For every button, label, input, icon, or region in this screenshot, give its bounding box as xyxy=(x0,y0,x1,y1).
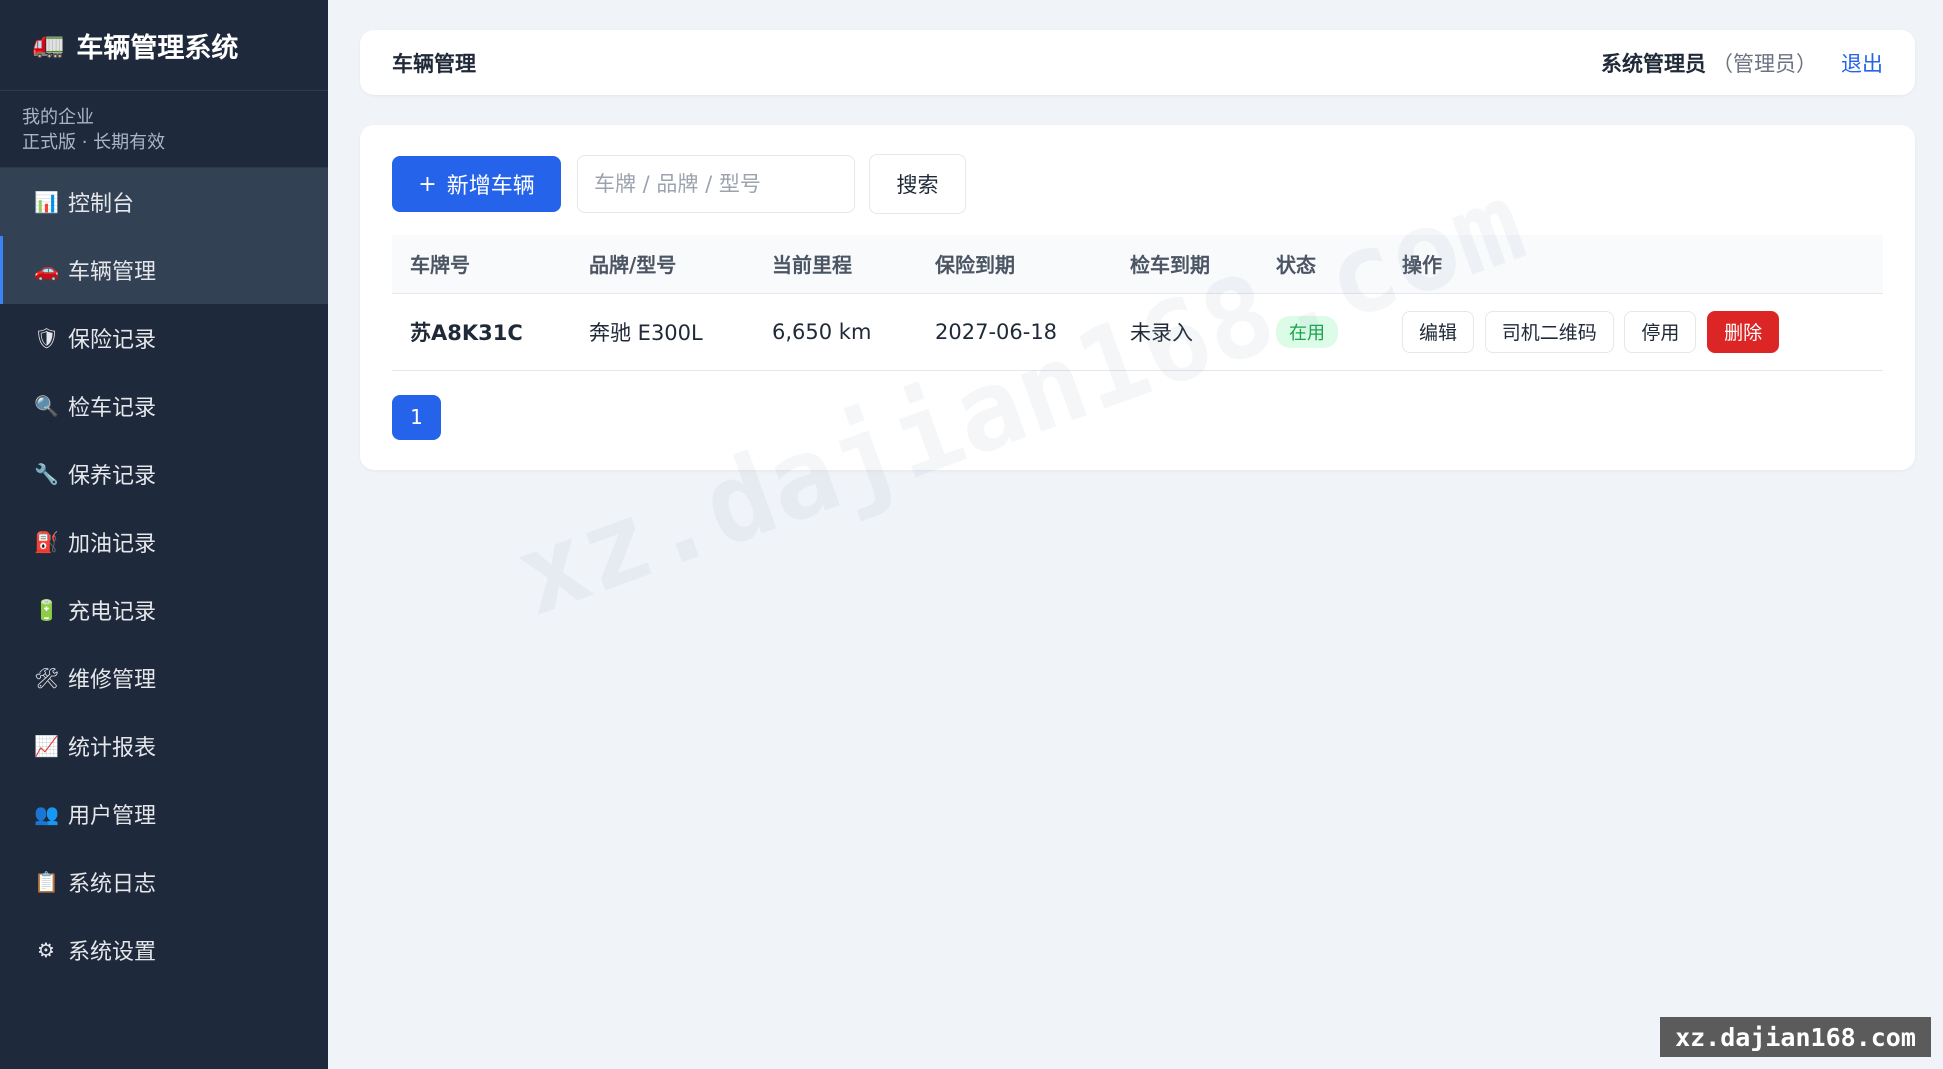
inspection-due-cell: 未录入 xyxy=(1112,293,1258,371)
column-header-plate: 车牌号 xyxy=(392,235,571,294)
sidebar-item-label: 保险记录 xyxy=(68,328,157,353)
sidebar-item-repair[interactable]: 🛠 维修管理 xyxy=(0,644,328,712)
status-cell: 在用 xyxy=(1258,293,1384,371)
wrench-icon: 🔧 xyxy=(34,462,59,486)
user-role: （管理员） xyxy=(1712,51,1817,76)
app-title: 车辆管理系统 xyxy=(76,32,239,64)
sidebar-item-label: 车辆管理 xyxy=(68,260,157,285)
brand: 🚛 车辆管理系统 xyxy=(0,0,328,91)
header-bar: 车辆管理 系统管理员 （管理员） 退出 xyxy=(360,30,1915,95)
pagination: 1 xyxy=(392,394,1883,440)
column-header-model: 品牌/型号 xyxy=(571,235,754,294)
sidebar-item-reports[interactable]: 📈 统计报表 xyxy=(0,712,328,780)
sidebar-item-label: 充电记录 xyxy=(68,600,157,625)
sidebar-item-label: 维修管理 xyxy=(68,668,157,693)
table-row: 苏A8K31C 奔驰 E300L 6,650 km 2027-06-18 未录入… xyxy=(392,293,1883,371)
sidebar-item-dashboard[interactable]: 📊 控制台 xyxy=(0,168,328,236)
gear-icon: ⚙ xyxy=(37,938,55,962)
plate-cell: 苏A8K31C xyxy=(392,293,571,371)
user-area: 系统管理员 （管理员） 退出 xyxy=(1601,48,1883,78)
column-header-mileage: 当前里程 xyxy=(754,235,917,294)
table-header-row: 车牌号 品牌/型号 当前里程 保险到期 检车到期 状态 操作 xyxy=(392,235,1883,294)
vehicle-panel: + 新增车辆 搜索 车牌号 品牌/型号 当前里程 保险到期 检车到期 状态 操作… xyxy=(360,125,1915,470)
sidebar-item-label: 加油记录 xyxy=(68,532,157,557)
sidebar-item-label: 检车记录 xyxy=(68,396,157,421)
corner-watermark: xz.dajian168.com xyxy=(1660,1017,1931,1057)
bar-chart-icon: 📊 xyxy=(34,190,59,214)
status-badge: 在用 xyxy=(1276,315,1338,348)
sidebar-item-logs[interactable]: 📋 系统日志 xyxy=(0,848,328,916)
clipboard-icon: 📋 xyxy=(34,870,59,894)
sidebar-nav: 📊 控制台 🚗 车辆管理 🛡 保险记录 🔍 检车记录 🔧 保养记录 ⛽ 加油记录… xyxy=(0,168,328,984)
toolbar: + 新增车辆 搜索 xyxy=(392,154,1883,214)
disable-button[interactable]: 停用 xyxy=(1624,310,1697,353)
sidebar-item-label: 控制台 xyxy=(68,192,135,217)
sidebar-item-label: 系统日志 xyxy=(68,872,157,897)
page-title: 车辆管理 xyxy=(392,51,476,76)
column-header-inspection: 检车到期 xyxy=(1112,235,1258,294)
sidebar-item-users[interactable]: 👥 用户管理 xyxy=(0,780,328,848)
truck-icon: 🚛 xyxy=(32,30,65,60)
fuel-pump-icon: ⛽ xyxy=(34,530,59,554)
battery-icon: 🔋 xyxy=(34,598,59,622)
sidebar-item-insurance[interactable]: 🛡 保险记录 xyxy=(0,304,328,372)
org-info: 我的企业 正式版 · 长期有效 xyxy=(0,91,328,168)
search-button[interactable]: 搜索 xyxy=(869,154,966,214)
users-icon: 👥 xyxy=(34,802,59,826)
sidebar-item-maintenance[interactable]: 🔧 保养记录 xyxy=(0,440,328,508)
logout-link[interactable]: 退出 xyxy=(1841,48,1883,78)
column-header-status: 状态 xyxy=(1258,235,1384,294)
shield-icon: 🛡 xyxy=(34,326,60,350)
tools-icon: 🛠 xyxy=(34,666,60,690)
driver-qrcode-button[interactable]: 司机二维码 xyxy=(1484,310,1614,353)
sidebar-item-charging[interactable]: 🔋 充电记录 xyxy=(0,576,328,644)
sidebar-item-label: 系统设置 xyxy=(68,940,157,965)
org-name: 我的企业 xyxy=(22,107,94,128)
add-vehicle-label: 新增车辆 xyxy=(446,174,535,199)
search-input[interactable] xyxy=(577,155,855,213)
sidebar-item-label: 保养记录 xyxy=(68,464,157,489)
car-icon: 🚗 xyxy=(34,258,59,282)
user-name: 系统管理员 xyxy=(1601,51,1706,76)
sidebar-item-vehicles[interactable]: 🚗 车辆管理 xyxy=(0,236,328,304)
actions-cell: 编辑 司机二维码 停用 删除 xyxy=(1384,293,1883,371)
column-header-insurance: 保险到期 xyxy=(917,235,1112,294)
plus-icon: + xyxy=(418,171,437,197)
add-vehicle-button[interactable]: + 新增车辆 xyxy=(392,156,561,212)
page-button-current[interactable]: 1 xyxy=(392,394,441,440)
model-cell: 奔驰 E300L xyxy=(571,293,754,371)
sidebar-item-fuel[interactable]: ⛽ 加油记录 xyxy=(0,508,328,576)
trend-chart-icon: 📈 xyxy=(34,734,59,758)
mileage-cell: 6,650 km xyxy=(754,293,917,371)
sidebar-item-label: 用户管理 xyxy=(68,804,157,829)
column-header-actions: 操作 xyxy=(1384,235,1883,294)
vehicle-table: 车牌号 品牌/型号 当前里程 保险到期 检车到期 状态 操作 苏A8K31C 奔… xyxy=(392,235,1883,371)
sidebar-item-label: 统计报表 xyxy=(68,736,157,761)
edit-button[interactable]: 编辑 xyxy=(1402,310,1475,353)
sidebar-item-settings[interactable]: ⚙ 系统设置 xyxy=(0,916,328,984)
sidebar-item-inspection[interactable]: 🔍 检车记录 xyxy=(0,372,328,440)
magnifier-icon: 🔍 xyxy=(34,394,59,418)
sidebar: 🚛 车辆管理系统 我的企业 正式版 · 长期有效 📊 控制台 🚗 车辆管理 🛡 … xyxy=(0,0,328,1069)
delete-button[interactable]: 删除 xyxy=(1707,310,1780,353)
insurance-due-cell: 2027-06-18 xyxy=(917,293,1112,371)
org-plan: 正式版 · 长期有效 xyxy=(22,132,166,153)
